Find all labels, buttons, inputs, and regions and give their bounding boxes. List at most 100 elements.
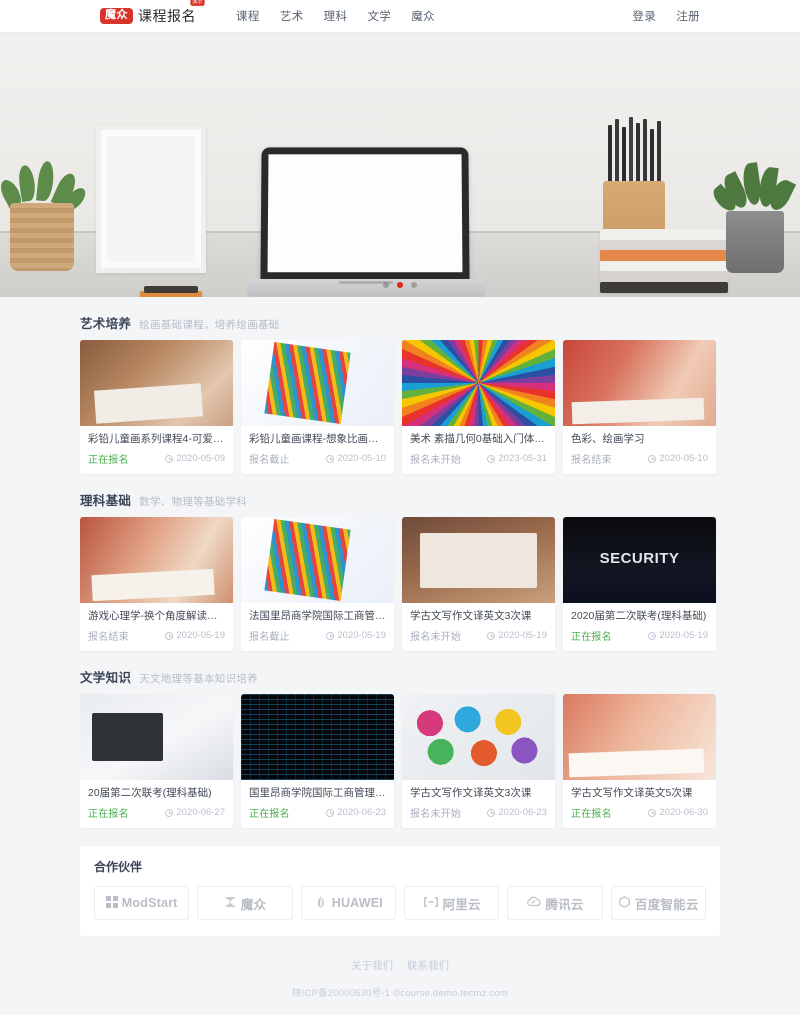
brand[interactable]: 魔众 课程报名 演示 bbox=[100, 0, 205, 26]
clock-icon bbox=[165, 454, 174, 463]
course-title: 国里昂商学院国际工商管理本科招生项... bbox=[249, 787, 386, 800]
section-header: 理科基础 数学、物理等基础学科 bbox=[80, 490, 720, 517]
section-title: 理科基础 bbox=[80, 494, 132, 509]
footer-copyright: 陕ICP备20000530号-1 ©course.demo.tecmz.com bbox=[292, 988, 508, 1000]
course-card-body: 游戏心理学-换个角度解读人性 bbox=[80, 603, 233, 623]
course-card[interactable]: 2020届第二次联考(理科基础) 正在报名 2020-05-19 bbox=[563, 517, 716, 652]
footer-link-contact[interactable]: 联系我们 bbox=[407, 958, 449, 973]
course-card[interactable]: 20届第二次联考(理科基础) 正在报名 2020-06-27 bbox=[80, 694, 233, 829]
status-badge: 正在报名 bbox=[88, 809, 129, 821]
course-date: 2020-06-23 bbox=[326, 807, 386, 818]
laptop-screen bbox=[260, 147, 470, 282]
course-thumbnail bbox=[563, 694, 716, 781]
course-card[interactable]: 游戏心理学-换个角度解读人性 报名结束 2020-05-19 bbox=[80, 517, 233, 652]
clock-icon bbox=[165, 808, 174, 817]
course-card-footer: 报名未开始 2020-05-19 bbox=[402, 623, 555, 651]
course-card[interactable]: 学古文写作文译英文3次课 报名未开始 2020-06-23 bbox=[402, 694, 555, 829]
course-card[interactable]: 美术 素描几何0基础入门体系课程 报名未开始 2023-05-31 bbox=[402, 340, 555, 475]
course-card-body: 国里昂商学院国际工商管理本科招生项... bbox=[241, 780, 394, 800]
status-badge: 正在报名 bbox=[571, 632, 612, 644]
partner-huawei[interactable]: HUAWEI bbox=[300, 886, 396, 921]
partners-panel: 合作伙伴 ModStart 魔众 HUAWEI 阿里云 腾讯云 百度智能云 bbox=[80, 846, 720, 937]
clock-icon bbox=[326, 808, 335, 817]
course-date: 2020-05-19 bbox=[326, 630, 386, 641]
course-thumbnail bbox=[402, 694, 555, 781]
partner-baidu-cloud[interactable]: 百度智能云 bbox=[610, 886, 706, 921]
section-subtitle: 数学、物理等基础学科 bbox=[139, 496, 248, 509]
course-thumbnail bbox=[80, 517, 233, 604]
course-date: 2023-05-31 bbox=[487, 453, 547, 464]
partner-modstart[interactable]: ModStart bbox=[94, 886, 190, 921]
section-title: 文学知识 bbox=[80, 671, 132, 686]
section-title: 艺术培养 bbox=[80, 317, 132, 331]
nav-item-literature[interactable]: 文学 bbox=[367, 8, 391, 24]
course-date: 2020-05-10 bbox=[326, 453, 386, 464]
partner-aliyun[interactable]: 阿里云 bbox=[403, 886, 500, 921]
course-date-text: 2020-06-23 bbox=[498, 807, 547, 819]
course-card-footer: 报名结束 2020-05-19 bbox=[80, 623, 233, 651]
status-badge: 正在报名 bbox=[88, 455, 129, 467]
brand-demo-badge: 演示 bbox=[190, 0, 205, 6]
course-card-footer: 正在报名 2020-06-30 bbox=[563, 800, 716, 828]
register-link[interactable]: 注册 bbox=[676, 8, 700, 24]
clock-icon bbox=[487, 631, 496, 640]
pencils-icon bbox=[604, 117, 664, 185]
section-literature: 文学知识 天文地理等基本知识培养 20届第二次联考(理科基础) 正在报名 202… bbox=[80, 651, 720, 829]
footer-link-about[interactable]: 关于我们 bbox=[351, 958, 393, 973]
course-title: 彩铅儿童画系列课程4-可爱的玩具 bbox=[88, 433, 225, 445]
course-card-body: 法国里昂商学院国际工商管理本科招生... bbox=[241, 603, 394, 623]
clock-icon bbox=[326, 454, 335, 463]
login-link[interactable]: 登录 bbox=[632, 8, 656, 24]
status-badge: 报名结束 bbox=[571, 455, 612, 467]
course-date: 2020-06-27 bbox=[165, 807, 225, 818]
carousel-dot-3[interactable] bbox=[411, 282, 417, 288]
course-card[interactable]: 学古文写作文译英文3次课 报名未开始 2020-05-19 bbox=[402, 517, 555, 652]
course-title: 彩铅儿童画课程-想象比画的像更有益 bbox=[249, 433, 386, 445]
partner-mozhong[interactable]: 魔众 bbox=[197, 886, 293, 921]
nav-item-art[interactable]: 艺术 bbox=[280, 8, 304, 24]
course-date: 2020-05-19 bbox=[487, 630, 547, 641]
status-badge: 报名截止 bbox=[249, 455, 290, 467]
nav-item-courses[interactable]: 课程 bbox=[236, 8, 260, 24]
course-card[interactable]: 国里昂商学院国际工商管理本科招生项... 正在报名 2020-06-23 bbox=[241, 694, 394, 829]
course-date: 2020-05-09 bbox=[165, 453, 225, 464]
aliyun-icon bbox=[423, 896, 439, 911]
clock-icon bbox=[648, 454, 657, 463]
course-card[interactable]: 学古文写作文译英文5次课 正在报名 2020-06-30 bbox=[563, 694, 716, 829]
course-date-text: 2020-05-19 bbox=[498, 630, 547, 642]
course-date: 2020-06-30 bbox=[648, 807, 708, 818]
brand-name: 课程报名 演示 bbox=[138, 0, 205, 26]
baidu-cloud-icon bbox=[618, 895, 631, 911]
page-content: 艺术培养 绘画基础课程，培养绘画基础 彩铅儿童画系列课程4-可爱的玩具 正在报名… bbox=[80, 297, 720, 1015]
course-thumbnail bbox=[402, 340, 555, 426]
course-card[interactable]: 彩铅儿童画课程-想象比画的像更有益 报名截止 2020-05-10 bbox=[241, 340, 394, 475]
course-thumbnail bbox=[402, 517, 555, 604]
section-science: 理科基础 数学、物理等基础学科 游戏心理学-换个角度解读人性 报名结束 2020… bbox=[80, 474, 720, 652]
course-card-body: 学古文写作文译英文3次课 bbox=[402, 603, 555, 623]
modstart-icon bbox=[105, 895, 118, 911]
course-card-body: 2020届第二次联考(理科基础) bbox=[563, 603, 716, 623]
partner-label: ModStart bbox=[121, 896, 178, 911]
status-badge: 报名截止 bbox=[249, 632, 290, 644]
carousel-dot-1[interactable] bbox=[383, 282, 389, 288]
main-navigation: 课程 艺术 理科 文学 魔众 bbox=[236, 8, 435, 24]
mozhong-icon bbox=[224, 896, 237, 911]
course-card[interactable]: 色彩、绘画学习 报名结束 2020-05-10 bbox=[563, 340, 716, 475]
course-thumbnail bbox=[241, 517, 394, 604]
course-card-footer: 报名截止 2020-05-10 bbox=[241, 446, 394, 474]
course-title: 学古文写作文译英文5次课 bbox=[571, 787, 693, 800]
course-date: 2020-05-10 bbox=[648, 453, 708, 464]
course-card-footer: 报名截止 2020-05-19 bbox=[241, 623, 394, 651]
carousel-dot-2[interactable] bbox=[397, 282, 403, 288]
partner-label: 魔众 bbox=[240, 897, 267, 912]
clock-icon bbox=[165, 631, 174, 640]
partner-tencent-cloud[interactable]: 腾讯云 bbox=[507, 886, 603, 921]
course-card[interactable]: 法国里昂商学院国际工商管理本科招生... 报名截止 2020-05-19 bbox=[241, 517, 394, 652]
course-card[interactable]: 彩铅儿童画系列课程4-可爱的玩具 正在报名 2020-05-09 bbox=[80, 340, 233, 475]
hero-carousel[interactable] bbox=[0, 33, 800, 297]
course-title: 学古文写作文译英文3次课 bbox=[410, 610, 532, 623]
nav-item-science[interactable]: 理科 bbox=[324, 8, 348, 24]
section-header: 艺术培养 绘画基础课程，培养绘画基础 bbox=[80, 313, 720, 340]
course-card-body: 美术 素描几何0基础入门体系课程 bbox=[402, 426, 555, 446]
nav-item-mozhong[interactable]: 魔众 bbox=[411, 8, 435, 24]
